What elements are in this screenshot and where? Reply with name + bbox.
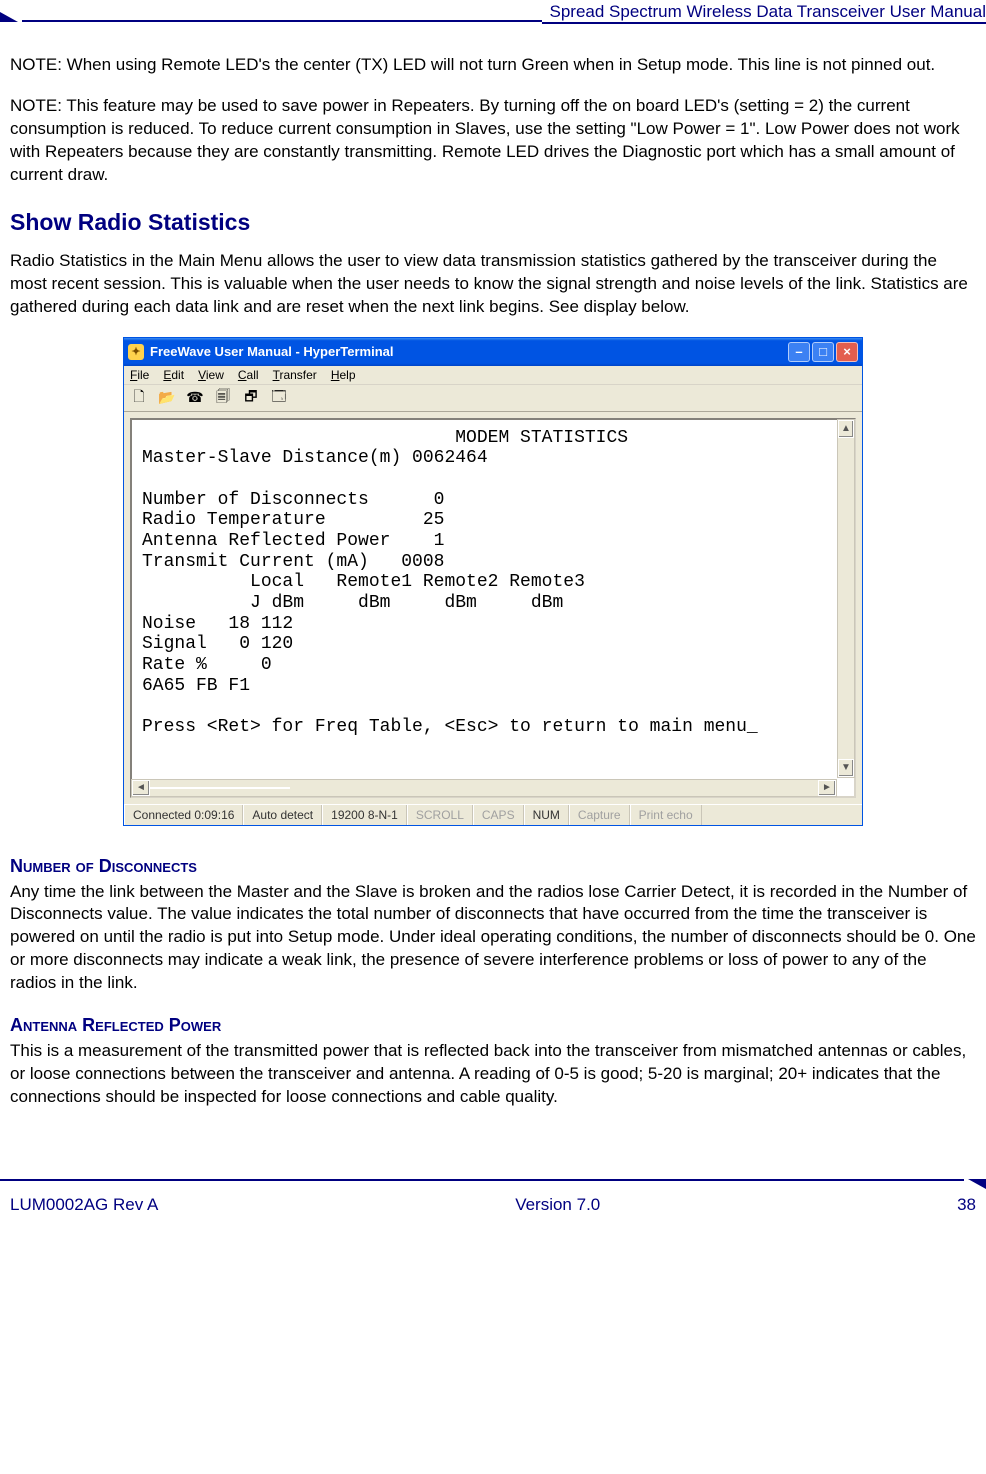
scroll-left-icon[interactable]: ◄ [132, 780, 150, 796]
hyperterminal-window: ✦ FreeWave User Manual - HyperTerminal –… [123, 337, 863, 826]
header-ornament-icon [0, 12, 18, 22]
scroll-down-icon[interactable]: ▼ [838, 759, 854, 777]
status-caps: CAPS [473, 805, 524, 825]
terminal-frame: MODEM STATISTICS Master-Slave Distance(m… [124, 412, 862, 804]
page-header: Spread Spectrum Wireless Data Transceive… [0, 0, 986, 24]
scroll-right-icon[interactable]: ► [818, 780, 836, 796]
status-num: NUM [524, 805, 569, 825]
section-paragraph: Radio Statistics in the Main Menu allows… [10, 250, 976, 319]
page-footer: LUM0002AG Rev A Version 7.0 38 [0, 1179, 986, 1227]
status-port: 19200 8-N-1 [322, 805, 407, 825]
menu-transfer[interactable]: Transfer [273, 368, 317, 382]
status-connected: Connected 0:09:16 [124, 805, 243, 825]
window-title: FreeWave User Manual - HyperTerminal [150, 344, 788, 359]
horizontal-scrollbar[interactable]: ◄ ► [131, 779, 837, 797]
footer-doc-id: LUM0002AG Rev A [10, 1195, 158, 1215]
section-heading: Show Radio Statistics [10, 209, 976, 236]
footer-ornament-icon [968, 1179, 986, 1189]
footer-rule [0, 1179, 964, 1181]
status-capture: Capture [569, 805, 630, 825]
menu-edit[interactable]: Edit [163, 368, 184, 382]
subsection-text-disconnects: Any time the link between the Master and… [10, 881, 976, 996]
subsection-heading-antenna: Antenna Reflected Power [10, 1015, 976, 1036]
menu-view[interactable]: View [198, 368, 224, 382]
maximize-button[interactable]: □ [812, 342, 834, 362]
document-title: Spread Spectrum Wireless Data Transceive… [542, 2, 986, 24]
terminal-output[interactable]: MODEM STATISTICS Master-Slave Distance(m… [130, 418, 856, 798]
footer-page-number: 38 [957, 1195, 976, 1215]
toolbar: 🗋 📂 ☎ 🗐 🗗 🗔 [124, 385, 862, 412]
status-scroll: SCROLL [407, 805, 473, 825]
header-rule [22, 20, 542, 22]
open-icon[interactable]: 📂 [158, 389, 176, 407]
subsection-text-antenna: This is a measurement of the transmitted… [10, 1040, 976, 1109]
menu-call[interactable]: Call [238, 368, 259, 382]
note-paragraph-2: NOTE: This feature may be used to save p… [10, 95, 976, 187]
minimize-button[interactable]: – [788, 342, 810, 362]
menu-file[interactable]: File [130, 368, 149, 382]
scroll-up-icon[interactable]: ▲ [838, 420, 854, 438]
send-icon[interactable]: 🗗 [242, 389, 260, 407]
menu-help[interactable]: Help [331, 368, 356, 382]
close-button[interactable]: × [836, 342, 858, 362]
vertical-scrollbar[interactable]: ▲ ▼ [837, 419, 855, 778]
status-echo: Print echo [630, 805, 702, 825]
scroll-thumb[interactable] [150, 787, 290, 789]
call-icon[interactable]: ☎ [186, 389, 204, 407]
note-paragraph-1: NOTE: When using Remote LED's the center… [10, 54, 976, 77]
new-icon[interactable]: 🗋 [130, 389, 148, 407]
status-detect: Auto detect [243, 805, 322, 825]
disconnect-icon[interactable]: 🗐 [214, 389, 232, 407]
app-icon: ✦ [128, 344, 144, 360]
window-titlebar[interactable]: ✦ FreeWave User Manual - HyperTerminal –… [124, 338, 862, 366]
footer-version: Version 7.0 [515, 1195, 600, 1215]
status-bar: Connected 0:09:16 Auto detect 19200 8-N-… [124, 804, 862, 825]
menu-bar: File Edit View Call Transfer Help [124, 366, 862, 385]
subsection-heading-disconnects: Number of Disconnects [10, 856, 976, 877]
properties-icon[interactable]: 🗔 [270, 389, 288, 407]
